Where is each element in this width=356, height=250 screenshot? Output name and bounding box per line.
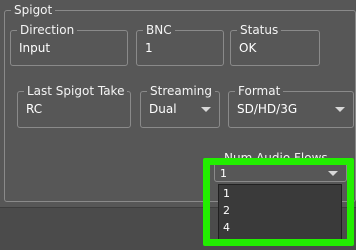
direction-label: Direction	[17, 23, 78, 37]
spigot-group-title: Spigot	[11, 3, 56, 17]
highlight-box	[203, 158, 354, 246]
chevron-down-icon[interactable]	[201, 107, 211, 112]
bnc-field: BNC 1	[136, 23, 224, 66]
last-spigot-take-field: Last Spigot Take RC	[17, 84, 131, 128]
streaming-select[interactable]: Streaming Dual	[140, 84, 220, 128]
format-value: SD/HD/3G	[237, 102, 298, 116]
status-value: OK	[239, 41, 257, 55]
status-field: Status OK	[230, 23, 320, 66]
last-spigot-take-value: RC	[26, 102, 43, 116]
chevron-down-icon[interactable]	[335, 107, 345, 112]
streaming-value: Dual	[149, 102, 177, 116]
last-spigot-take-label: Last Spigot Take	[24, 84, 128, 98]
format-label: Format	[235, 84, 284, 98]
streaming-label: Streaming	[147, 84, 215, 98]
status-label: Status	[237, 23, 282, 37]
direction-field: Direction Input	[10, 23, 128, 66]
bnc-value: 1	[145, 41, 153, 55]
bnc-label: BNC	[143, 23, 175, 37]
direction-value: Input	[19, 41, 51, 55]
format-select[interactable]: Format SD/HD/3G	[228, 84, 354, 128]
